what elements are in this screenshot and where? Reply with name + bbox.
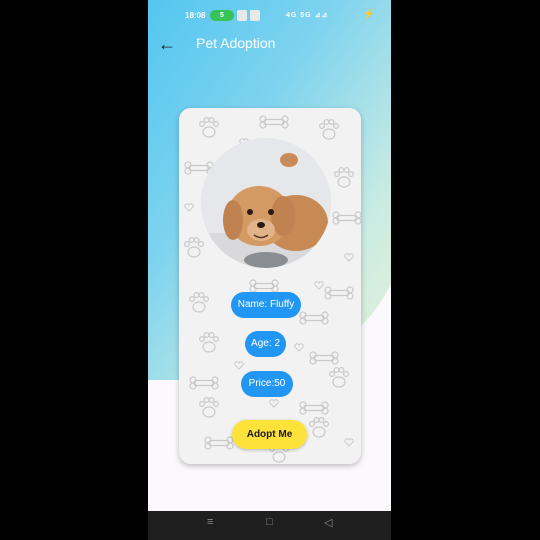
- pet-name-chip: Name: Fluffy: [231, 292, 301, 318]
- app-bar: ← Pet Adoption: [148, 30, 391, 60]
- arrow-left-icon[interactable]: ←: [158, 34, 176, 54]
- pet-age-chip: Age: 2: [245, 331, 286, 357]
- status-bar: 18:08 5 4G 5G ⊿⊿ ⚡: [148, 0, 391, 30]
- page-title: Pet Adoption: [196, 35, 276, 51]
- pet-price-chip: Price:50: [241, 371, 293, 397]
- system-nav-bar: ≡ □ ◁: [148, 511, 391, 540]
- back-nav-icon[interactable]: ◁: [324, 516, 332, 529]
- status-time: 18:08: [185, 11, 206, 20]
- signal-indicators: 4G 5G ⊿⊿: [286, 12, 329, 19]
- pet-card: Name: Fluffy Age: 2 Price:50 Adopt Me: [179, 108, 361, 464]
- menu-icon[interactable]: ≡: [207, 516, 213, 528]
- call-pill: 5: [210, 10, 234, 21]
- notification-icon-2: [250, 10, 260, 21]
- adopt-me-button[interactable]: Adopt Me: [232, 420, 307, 449]
- phone-screen: 18:08 5 4G 5G ⊿⊿ ⚡ ← Pet Adoption Name: …: [148, 0, 391, 540]
- notification-icon: [237, 10, 247, 21]
- home-icon[interactable]: □: [266, 516, 273, 528]
- bolt-icon: ⚡: [362, 9, 375, 20]
- pet-photo: [201, 138, 331, 268]
- dog-illustration: [201, 138, 331, 268]
